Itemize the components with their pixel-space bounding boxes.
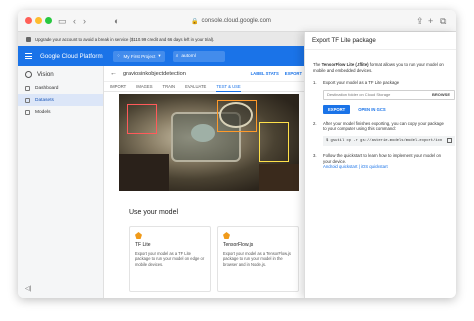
card-description: Export your model as a TF Lite package t…	[135, 251, 205, 267]
url-text: console.cloud.google.com	[201, 18, 271, 24]
address-bar[interactable]: 🔒 console.cloud.google.com	[136, 15, 326, 27]
tf-lite-card[interactable]: TF Lite Export your model as a TF Lite p…	[129, 226, 211, 292]
tab-overview-icon[interactable]: ⧉	[440, 14, 446, 28]
export-button[interactable]: EXPORT	[285, 71, 302, 76]
card-title: TF Lite	[135, 242, 151, 248]
tensorflow-icon	[223, 232, 230, 239]
step-1: 1. Export your model as a TF Lite packag…	[313, 80, 400, 86]
project-name: My First Project	[123, 53, 156, 59]
label-stats-button[interactable]: LABEL STATS	[251, 71, 279, 76]
destination-placeholder: Destination folder on Cloud Storage	[327, 92, 391, 98]
prediction-image	[119, 94, 299, 191]
tab-bar: IMPORT IMAGES TRAIN EVALUATE TEST & USE	[104, 82, 304, 92]
step-3: 3. Follow the quickstart to learn how to…	[313, 152, 441, 170]
minimize-window-button[interactable]	[35, 17, 42, 24]
product-name: Vision	[37, 70, 54, 78]
tensorflow-js-card[interactable]: TensorFlow.js Export your model as a Ten…	[217, 226, 299, 292]
card-title: TensorFlow.js	[223, 242, 254, 248]
open-in-gcs-button[interactable]: OPEN IN GCS	[358, 107, 385, 112]
sidebar-toggle-icon[interactable]: ▭	[58, 14, 67, 28]
destination-folder-input[interactable]: Destination folder on Cloud Storage BROW…	[323, 89, 455, 100]
dashboard-icon	[25, 85, 30, 91]
project-dots-icon: ⁘	[116, 53, 121, 58]
step-3-text: Follow the quickstart to learn how to im…	[323, 152, 441, 164]
zoom-window-button[interactable]	[45, 17, 52, 24]
detection-box	[217, 100, 257, 132]
chevron-down-icon: ▾	[158, 53, 161, 58]
sidebar-item-label: Datasets	[35, 97, 54, 103]
browser-window: ▭ ‹ › ◐ 🔒 console.cloud.google.com ⇪ + ⧉…	[18, 10, 456, 298]
search-value: automl	[181, 53, 196, 59]
gcp-title[interactable]: Google Cloud Platform	[40, 53, 103, 60]
product-header: Vision	[18, 66, 103, 82]
info-icon	[26, 36, 31, 42]
main-content: ← graviosinkobjectdetection LABEL STATS …	[104, 66, 304, 298]
upgrade-banner-text: Upgrade your account to avoid a break in…	[35, 36, 215, 42]
use-model-heading: Use your model	[129, 209, 179, 216]
browse-button[interactable]: BROWSE	[432, 92, 454, 97]
page-header: ← graviosinkobjectdetection LABEL STATS …	[104, 66, 304, 82]
models-icon	[25, 109, 30, 115]
step-2: 2. After your model finishes exporting, …	[313, 121, 448, 132]
export-package-button[interactable]: EXPORT	[323, 104, 351, 114]
share-icon[interactable]: ⇪	[416, 14, 424, 28]
back-icon[interactable]: ‹	[73, 14, 76, 28]
tab-import[interactable]: IMPORT	[110, 84, 126, 89]
left-navigation: Vision Dashboard Datasets Models ◁|	[18, 66, 104, 298]
tab-evaluate[interactable]: EVALUATE	[185, 84, 206, 89]
forward-icon[interactable]: ›	[83, 14, 86, 28]
tab-train[interactable]: TRAIN	[163, 84, 176, 89]
panel-intro: The TensorFlow Lite (.tflite) format all…	[313, 62, 444, 73]
search-input[interactable]: ⌕ automl	[172, 50, 225, 62]
project-selector[interactable]: ⁘ My First Project ▾	[112, 50, 165, 62]
privacy-shield-icon[interactable]: ◐	[114, 14, 119, 28]
format-name: TensorFlow Lite (.tflite)	[321, 62, 369, 67]
step-1-text: Export your model as a TF Lite package	[323, 80, 400, 86]
sidebar-item-label: Models	[35, 109, 51, 115]
browser-titlebar: ▭ ‹ › ◐ 🔒 console.cloud.google.com ⇪ + ⧉	[18, 10, 456, 32]
tab-images[interactable]: IMAGES	[136, 84, 152, 89]
search-icon: ⌕	[175, 54, 179, 59]
sidebar-item-datasets[interactable]: Datasets	[18, 94, 103, 106]
page-title: graviosinkobjectdetection	[123, 70, 186, 77]
gsutil-command[interactable]: $ gsutil cp -r gs://asterie-models/model…	[323, 135, 455, 146]
detection-box	[127, 104, 157, 134]
card-description: Export your model as a TensorFlow.js pac…	[223, 251, 291, 267]
panel-title: Export TF Lite package	[305, 32, 456, 50]
quickstart-links[interactable]: Android quickstart | iOS quickstart	[323, 164, 388, 169]
hamburger-menu-icon[interactable]	[25, 53, 32, 59]
lock-icon: 🔒	[191, 18, 199, 25]
close-window-button[interactable]	[25, 17, 32, 24]
sidebar-item-label: Dashboard	[35, 85, 59, 91]
export-panel: Export TF Lite package The TensorFlow Li…	[304, 32, 456, 298]
collapse-sidebar-icon[interactable]: ◁|	[25, 285, 31, 292]
vision-icon	[25, 70, 32, 78]
detection-box	[259, 122, 289, 162]
tensorflow-icon	[135, 232, 142, 239]
back-arrow-icon[interactable]: ←	[110, 70, 117, 77]
copy-icon[interactable]	[447, 138, 452, 144]
sidebar-item-dashboard[interactable]: Dashboard	[18, 82, 103, 94]
export-actions: EXPORT OPEN IN GCS	[323, 104, 448, 114]
new-tab-icon[interactable]: +	[428, 14, 433, 28]
command-text: $ gsutil cp -r gs://asterie-models/model…	[326, 138, 443, 143]
sidebar-item-models[interactable]: Models	[18, 106, 103, 118]
step-2-text: After your model finishes exporting, you…	[323, 120, 444, 132]
datasets-icon	[25, 97, 30, 103]
tab-test-and-use[interactable]: TEST & USE	[216, 82, 241, 92]
